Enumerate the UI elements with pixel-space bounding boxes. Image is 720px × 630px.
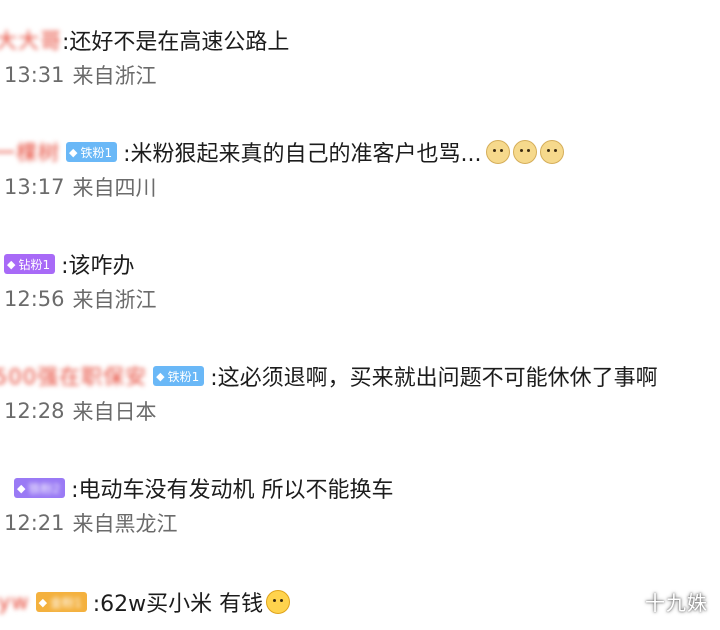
comment-time: 13:17 bbox=[4, 175, 65, 199]
comment-item: ​ ◆ 铁粉2 :电动车没有发动机 所以不能换车 12:21 来自黑龙江 bbox=[0, 470, 720, 540]
comment-item: 大大哥 :还好不是在高速公路上 13:31 来自浙江 bbox=[0, 22, 720, 92]
comment-time: 12:21 bbox=[4, 511, 65, 535]
username[interactable]: yw bbox=[0, 590, 30, 614]
doge-emoji-icon bbox=[512, 140, 537, 164]
comment-meta: 12:21 来自黑龙江 bbox=[0, 506, 720, 540]
comment-line: yw ◆ 金粉1 :62w买小米 有钱 bbox=[0, 584, 720, 620]
comment-text: :该咋办 bbox=[61, 254, 135, 279]
fan-badge: ◆ 铁粉2 bbox=[14, 478, 66, 498]
username[interactable]: 一棵树 bbox=[0, 137, 60, 167]
badge-label: 铁粉1 bbox=[167, 369, 200, 384]
comment-line: 大大哥 :还好不是在高速公路上 bbox=[0, 22, 720, 58]
crying-emoji-icon bbox=[266, 590, 291, 614]
comment-location: 来自浙江 bbox=[72, 64, 157, 88]
comment-time: 12:28 bbox=[4, 399, 65, 423]
diamond-icon: ◆ bbox=[38, 595, 48, 609]
comment-meta: 12:56 来自浙江 bbox=[0, 282, 720, 316]
badge-label: 金粉1 bbox=[50, 595, 82, 610]
username[interactable]: 500强在职保安 bbox=[0, 361, 147, 391]
diamond-icon: ◆ bbox=[17, 481, 26, 495]
comment-time: 13:31 bbox=[4, 63, 65, 87]
username[interactable]: 大大哥 bbox=[0, 25, 62, 55]
comment-meta: 13:31 来自浙江 bbox=[0, 58, 720, 92]
comment-item: ◆ 钻粉1 :该咋办 12:56 来自浙江 bbox=[0, 246, 720, 316]
comment-time: 12:56 bbox=[4, 287, 65, 311]
fan-badge: ◆ 铁粉1 bbox=[66, 142, 118, 162]
diamond-icon: ◆ bbox=[69, 145, 78, 159]
comment-text: :米粉狠起来真的自己的准客户也骂... bbox=[123, 142, 482, 167]
comment-line: 一棵树 ◆ 铁粉1 :米粉狠起来真的自己的准客户也骂... bbox=[0, 134, 720, 170]
comment-text: :还好不是在高速公路上 bbox=[62, 30, 290, 55]
comment-text: :电动车没有发动机 所以不能换车 bbox=[71, 478, 394, 503]
doge-emoji-icon bbox=[485, 140, 510, 164]
comment-text: :这必须退啊，买来就出问题不可能休休了事啊 bbox=[210, 366, 658, 391]
fan-badge: ◆ 铁粉1 bbox=[153, 366, 205, 386]
comment-item: 500强在职保安 ◆ 铁粉1 :这必须退啊，买来就出问题不可能休休了事啊 12:… bbox=[0, 358, 720, 428]
comment-item: 一棵树 ◆ 铁粉1 :米粉狠起来真的自己的准客户也骂... 13:17 来自四川 bbox=[0, 134, 720, 204]
comment-location: 来自四川 bbox=[72, 176, 157, 200]
comment-text: :62w买小米 有钱 bbox=[92, 592, 264, 617]
comment-location: 来自黑龙江 bbox=[72, 512, 178, 536]
comment-item: yw ◆ 金粉1 :62w买小米 有钱 bbox=[0, 584, 720, 620]
comment-location: 来自浙江 bbox=[72, 288, 157, 312]
comment-line: ◆ 钻粉1 :该咋办 bbox=[0, 246, 720, 282]
watermark: 十九姝 bbox=[645, 591, 708, 615]
badge-label: 铁粉2 bbox=[28, 481, 61, 496]
fan-badge: ◆ 钻粉1 bbox=[4, 254, 56, 274]
badge-label: 钻粉1 bbox=[18, 257, 51, 272]
badge-label: 铁粉1 bbox=[80, 145, 113, 160]
doge-emoji-icon bbox=[539, 140, 564, 164]
comment-line: ​ ◆ 铁粉2 :电动车没有发动机 所以不能换车 bbox=[0, 470, 720, 506]
comment-line: 500强在职保安 ◆ 铁粉1 :这必须退啊，买来就出问题不可能休休了事啊 bbox=[0, 358, 720, 394]
fan-badge: ◆ 金粉1 bbox=[35, 592, 87, 612]
diamond-icon: ◆ bbox=[156, 369, 165, 383]
comment-location: 来自日本 bbox=[72, 400, 157, 424]
diamond-icon: ◆ bbox=[7, 257, 16, 271]
comment-meta: 13:17 来自四川 bbox=[0, 170, 720, 204]
comment-meta: 12:28 来自日本 bbox=[0, 394, 720, 428]
